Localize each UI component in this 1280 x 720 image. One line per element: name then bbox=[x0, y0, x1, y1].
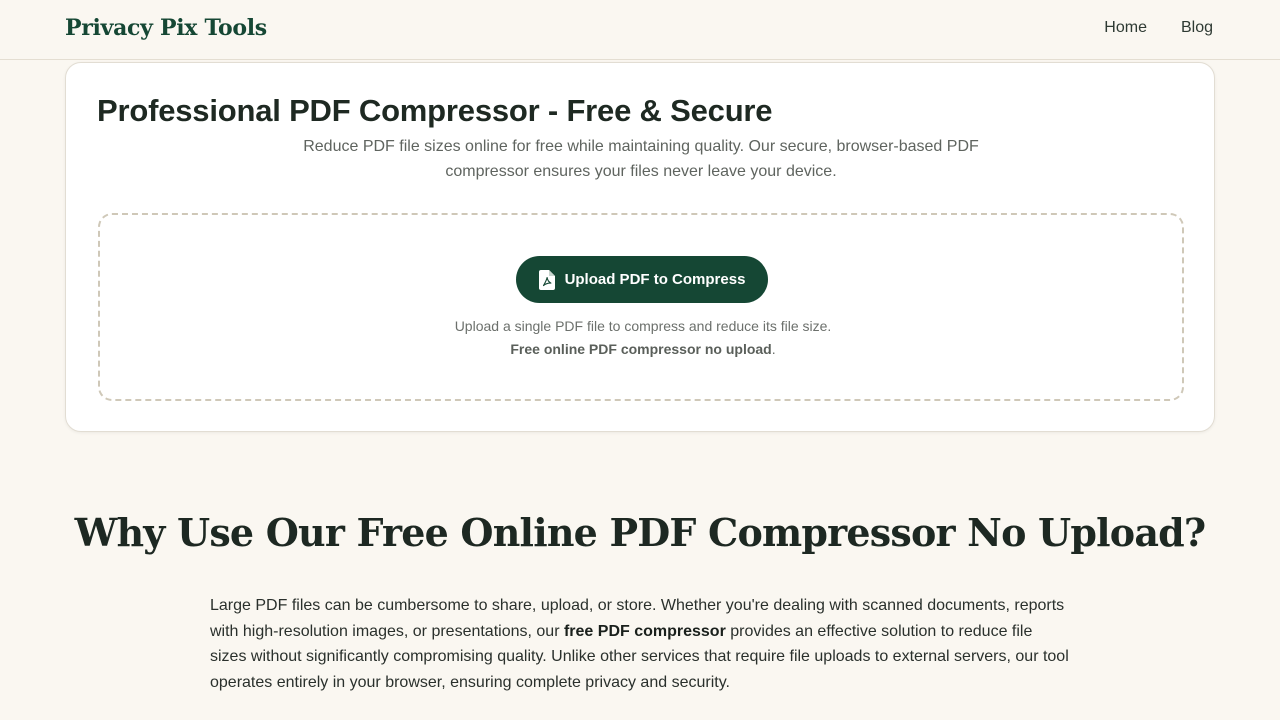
site-header: Privacy Pix Tools Home Blog bbox=[0, 0, 1280, 60]
tool-description: Reduce PDF file sizes online for free wh… bbox=[303, 138, 979, 180]
brand-logo-link[interactable]: Privacy Pix Tools bbox=[65, 15, 267, 41]
upload-button-label: Upload PDF to Compress bbox=[564, 271, 746, 288]
upload-hint-text: Upload a single PDF file to compress and… bbox=[454, 318, 832, 334]
why-section-title: Why Use Our Free Online PDF Compressor N… bbox=[74, 510, 1207, 555]
upload-dropzone[interactable]: Upload PDF to Compress Upload a single P… bbox=[98, 213, 1184, 401]
why-body-bold: free PDF compressor bbox=[563, 622, 726, 640]
page-title: Professional PDF Compressor - Free & Sec… bbox=[97, 93, 773, 128]
pdf-file-icon bbox=[538, 269, 555, 290]
why-section-body: Large PDF files can be cumbersome to sha… bbox=[210, 593, 1070, 696]
nav-link-home[interactable]: Home bbox=[1104, 19, 1147, 37]
upload-hint: Upload a single PDF file to compress and… bbox=[443, 315, 843, 361]
upload-hint-bold: Free online PDF compressor no upload bbox=[510, 341, 772, 357]
upload-hint-end: . bbox=[771, 341, 776, 357]
nav-link-blog[interactable]: Blog bbox=[1181, 19, 1213, 37]
upload-pdf-button[interactable]: Upload PDF to Compress bbox=[516, 256, 768, 303]
compressor-card: Professional PDF Compressor - Free & Sec… bbox=[65, 62, 1215, 432]
main-nav: Home Blog bbox=[1104, 19, 1213, 37]
